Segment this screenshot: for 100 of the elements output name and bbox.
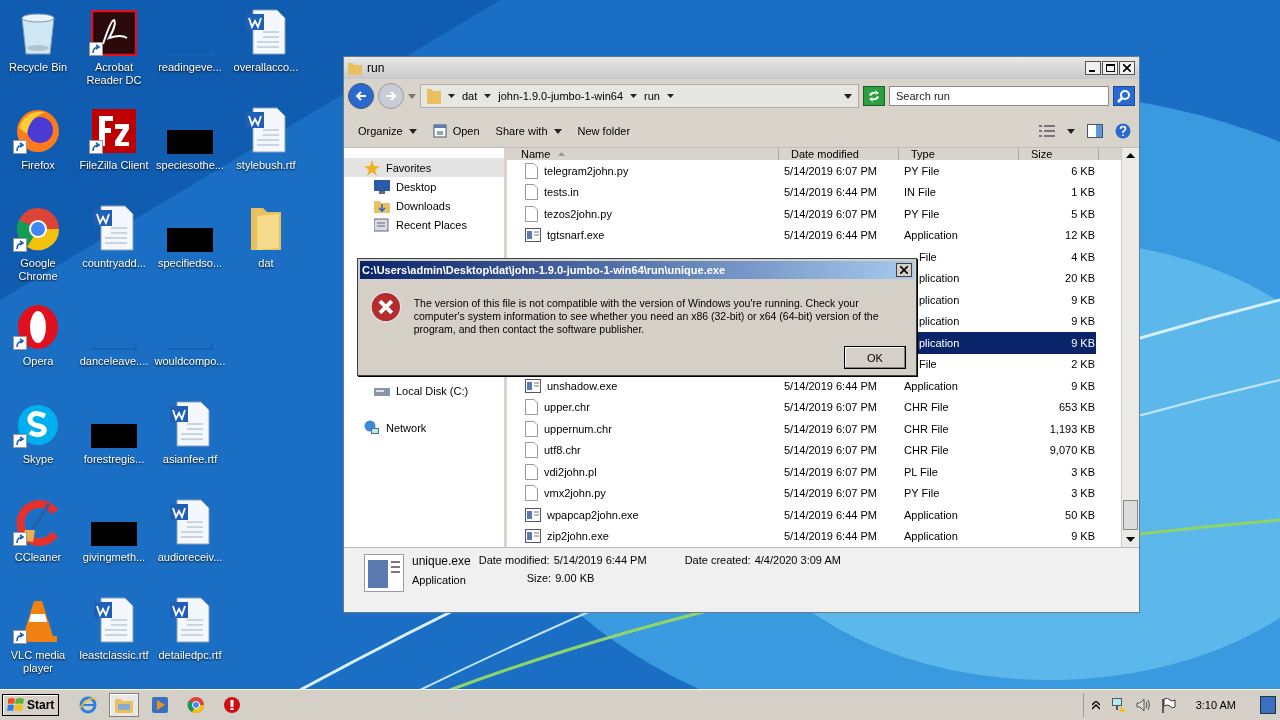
desktop-icon-label[interactable]: specifiedso... <box>152 257 228 270</box>
preview-pane-icon[interactable] <box>1087 124 1103 138</box>
nav-item[interactable]: Local Disk (C:) <box>344 381 504 400</box>
column-header[interactable]: Type <box>899 148 1019 160</box>
desktop-icon-label[interactable]: VLC media player <box>0 649 76 675</box>
desktop-icon-label[interactable]: countryadd... <box>76 257 152 270</box>
desktop-icon-label[interactable]: overallacco... <box>228 61 304 74</box>
ccleaner-icon[interactable] <box>15 500 61 546</box>
search-button[interactable] <box>1113 86 1135 106</box>
column-header[interactable]: Name <box>507 148 779 160</box>
desktop-icon-label[interactable]: Skype <box>0 453 76 466</box>
chrome-icon[interactable] <box>15 206 61 252</box>
file-row[interactable]: vmx2john.py 5/14/2019 6:07 PM PY File 3 KB <box>507 482 1096 504</box>
close-button[interactable] <box>896 263 912 277</box>
word-document-icon[interactable] <box>169 498 211 546</box>
show-hidden-icons-icon[interactable] <box>1091 700 1100 710</box>
minimize-button[interactable] <box>1085 61 1101 75</box>
desktop-icon-label[interactable]: detailedpc.rtf <box>152 649 228 662</box>
flag-icon[interactable] <box>1161 697 1176 713</box>
desktop-icon-label[interactable]: audioreceiv... <box>152 551 228 564</box>
caret-icon[interactable] <box>666 94 674 98</box>
word-document-icon[interactable] <box>169 400 211 448</box>
network-icon[interactable] <box>1109 697 1126 713</box>
toolbar-button[interactable]: Organize <box>352 122 423 140</box>
start-button[interactable]: Start <box>2 694 60 716</box>
desktop-icon-label[interactable]: Firefox <box>0 159 76 172</box>
file-row[interactable]: tezos2john.py 5/14/2019 6:07 PM PY File 5 KB <box>507 203 1096 225</box>
toolbar-button[interactable]: Share with <box>489 122 568 140</box>
scroll-thumb[interactable] <box>1123 500 1138 530</box>
desktop-icon-label[interactable]: forestregis... <box>76 453 152 466</box>
view-options-icon[interactable] <box>1039 125 1055 137</box>
recycle-bin-icon[interactable] <box>18 10 58 56</box>
desktop-icon-label[interactable]: Acrobat Reader DC <box>76 61 152 87</box>
dropdown-caret-icon[interactable] <box>1067 128 1075 134</box>
clock[interactable]: 3:10 AM <box>1195 699 1236 711</box>
ok-button[interactable]: OK <box>844 346 906 369</box>
desktop-icon-label[interactable]: Opera <box>0 355 76 368</box>
file-thumbnail-icon[interactable] <box>167 228 213 252</box>
show-desktop-button[interactable] <box>1260 696 1276 714</box>
word-document-icon[interactable] <box>93 596 135 644</box>
toolbar-button[interactable]: New folder <box>571 122 637 140</box>
file-row[interactable]: tests.in 5/14/2019 6:44 PM IN File 1 KB <box>507 181 1096 203</box>
caret-icon[interactable] <box>448 94 455 98</box>
file-row[interactable]: utf8.chr 5/14/2019 6:07 PM CHR File 9,070 KB <box>507 439 1096 461</box>
column-header[interactable]: Size <box>1019 148 1099 160</box>
file-thumbnail-icon[interactable] <box>91 522 137 546</box>
search-field[interactable]: Search run <box>889 86 1109 106</box>
file-row[interactable]: zip2john.exe 5/14/2019 6:44 PM Application 9 KB <box>507 525 1096 547</box>
breadcrumb-item[interactable]: john-1.9.0-jumbo-1-win64 <box>498 90 624 102</box>
skype-icon[interactable] <box>15 402 61 448</box>
file-row[interactable]: upper.chr 5/14/2019 6:07 PM CHR File 653 KB <box>507 396 1096 418</box>
file-row[interactable]: unshadow.exe 5/14/2019 6:44 PM Application 9 KB <box>507 375 1096 397</box>
file-row[interactable]: tgtsnarf.exe 5/14/2019 6:44 PM Application 12 KB <box>507 224 1096 246</box>
speaker-icon[interactable] <box>1135 698 1152 712</box>
word-document-icon[interactable] <box>169 596 211 644</box>
acrobat-icon[interactable] <box>91 10 137 56</box>
nav-item[interactable]: Downloads <box>344 196 504 215</box>
filezilla-icon[interactable] <box>91 108 137 154</box>
desktop-icon-label[interactable]: asianfee.rtf <box>152 453 228 466</box>
nav-item[interactable]: Recent Places <box>344 215 504 234</box>
nav-item[interactable]: Desktop <box>344 177 504 196</box>
refresh-button[interactable] <box>863 86 885 106</box>
file-row[interactable]: vdi2john.pl 5/14/2019 6:07 PM PL File 3 KB <box>507 461 1096 483</box>
desktop-icon-label[interactable]: Recycle Bin <box>0 61 76 74</box>
word-document-icon[interactable] <box>245 8 287 56</box>
breadcrumb-item[interactable]: dat <box>462 90 478 102</box>
close-button[interactable] <box>1119 61 1135 75</box>
desktop-icon-label[interactable]: leastclassic.rtf <box>76 649 152 662</box>
file-row[interactable]: uppernum.chr 5/14/2019 6:07 PM CHR File 1,193 KB <box>507 418 1096 440</box>
desktop-icon-label[interactable]: speciesothe... <box>152 159 228 172</box>
word-document-icon[interactable] <box>245 106 287 154</box>
desktop-icon-label[interactable]: FileZilla Client <box>76 159 152 172</box>
firefox-icon[interactable] <box>15 108 61 154</box>
column-header[interactable]: Date modified <box>779 148 899 160</box>
maximize-button[interactable] <box>1102 61 1118 75</box>
file-thumbnail-icon[interactable] <box>167 130 213 154</box>
file-row[interactable]: wpapcap2john.exe 5/14/2019 6:44 PM Application 50 KB <box>507 504 1096 526</box>
breadcrumb-item[interactable]: run <box>644 90 660 102</box>
dropdown-caret-icon[interactable] <box>844 93 852 99</box>
back-button[interactable] <box>348 83 374 109</box>
nav-item[interactable]: Network <box>344 418 504 437</box>
desktop-icon-label[interactable]: readingeve... <box>152 61 228 74</box>
desktop-icon-label[interactable]: Google Chrome <box>0 257 76 283</box>
desktop-icon-label[interactable]: wouldcompo... <box>152 355 228 368</box>
desktop-icon-label[interactable]: CCleaner <box>0 551 76 564</box>
toolbar-button[interactable]: Open <box>426 121 486 141</box>
desktop-icon-label[interactable]: stylebush.rtf <box>228 159 304 172</box>
word-document-icon[interactable] <box>93 204 135 252</box>
nav-item[interactable]: Favorites <box>344 158 504 177</box>
taskbar-button[interactable] <box>109 693 140 717</box>
desktop-icon-label[interactable]: givingmeth... <box>76 551 152 564</box>
caret-icon[interactable] <box>630 94 638 98</box>
scrollbar[interactable] <box>1121 148 1139 547</box>
file-row[interactable]: telegram2john.py 5/14/2019 6:07 PM PY File 6 KB <box>507 160 1096 182</box>
caret-icon[interactable] <box>484 94 492 98</box>
opera-icon[interactable] <box>15 304 61 350</box>
help-icon[interactable] <box>1115 123 1131 139</box>
address-bar[interactable]: dat john-1.9.0-jumbo-1-win64 run <box>420 84 859 108</box>
file-thumbnail-icon[interactable] <box>91 424 137 448</box>
desktop-icon-label[interactable]: dat <box>228 257 304 270</box>
